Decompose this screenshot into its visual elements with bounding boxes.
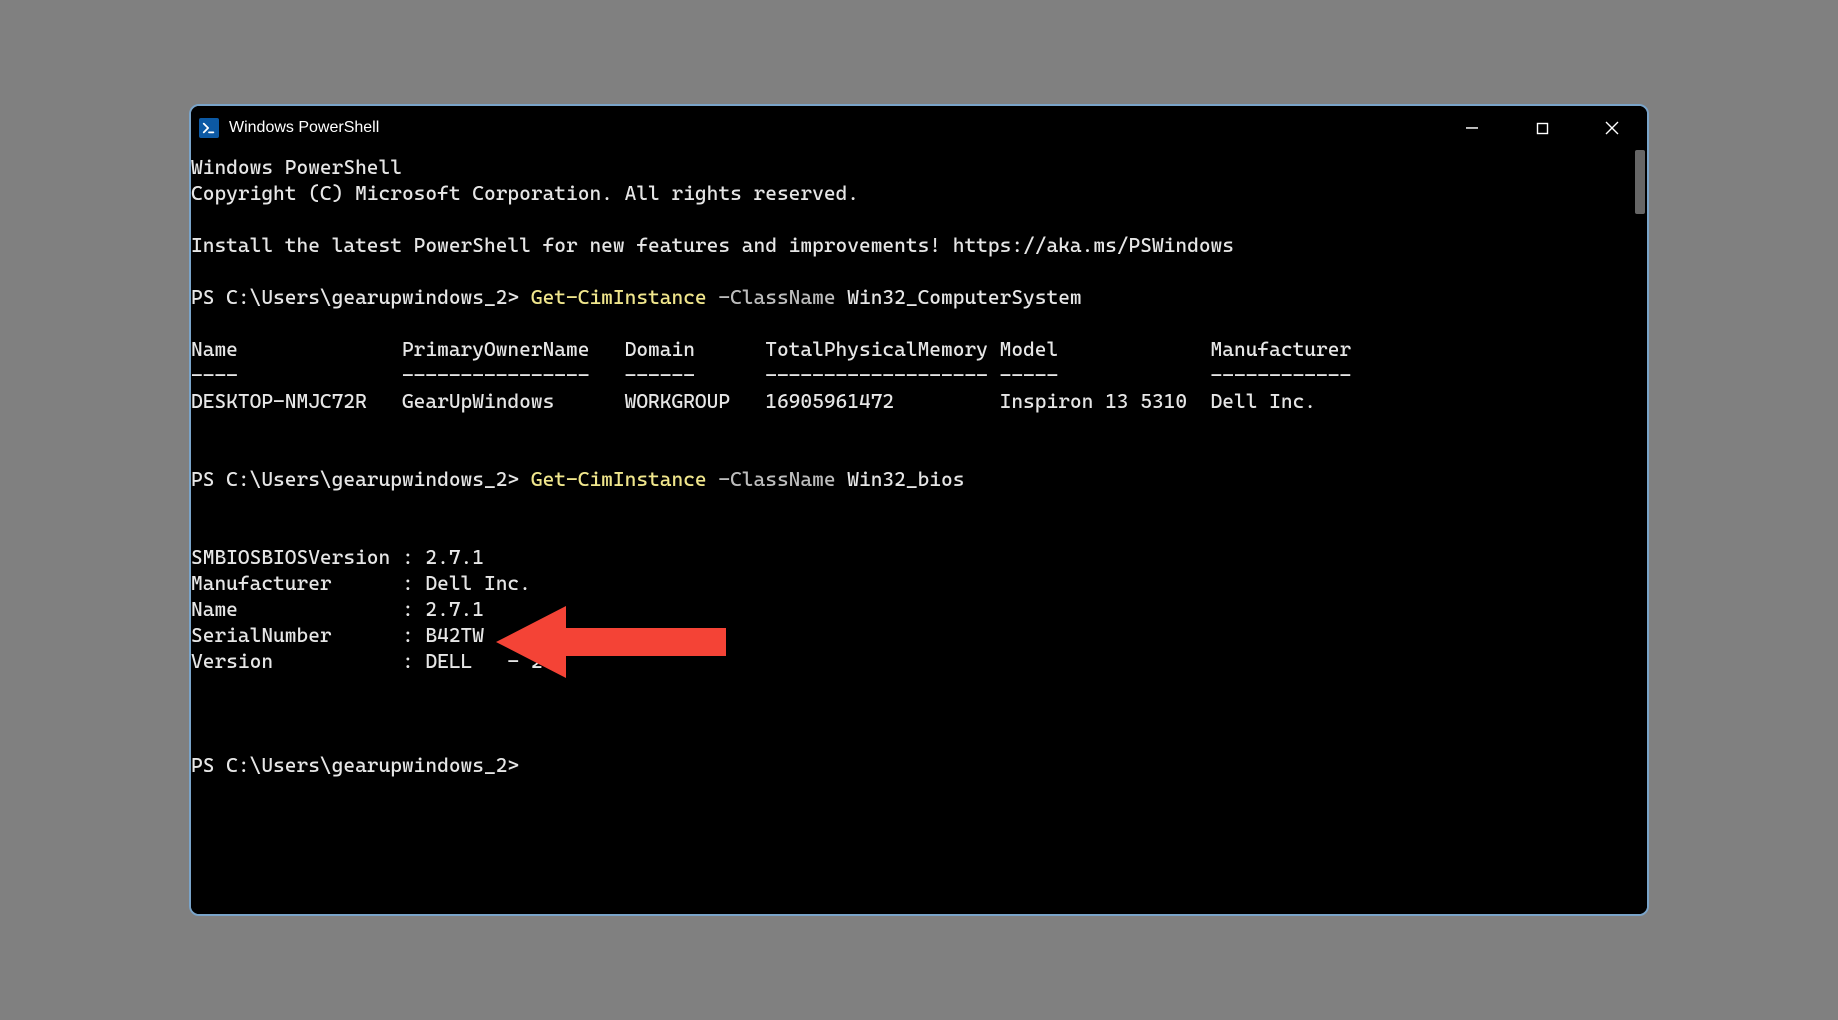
maximize-button[interactable] — [1507, 106, 1577, 150]
cmdlet: Get-CimInstance — [531, 285, 707, 309]
table-header: Name PrimaryOwnerName Domain TotalPhysic… — [191, 337, 1351, 361]
powershell-window: Windows PowerShell Windows PowerShell Co… — [189, 104, 1649, 916]
scrollbar-thumb[interactable] — [1635, 150, 1645, 214]
terminal-output[interactable]: Windows PowerShell Copyright (C) Microso… — [191, 150, 1633, 914]
prompt: PS C:\Users\gearupwindows_2> — [191, 467, 531, 491]
window-controls — [1437, 106, 1647, 150]
table-row: DESKTOP-NMJC72R GearUpWindows WORKGROUP … — [191, 389, 1316, 413]
bios-line-serial: SerialNumber : B42TW — [191, 623, 484, 647]
scrollbar[interactable] — [1633, 150, 1647, 914]
prompt: PS C:\Users\gearupwindows_2> — [191, 285, 531, 309]
banner-line: Windows PowerShell — [191, 155, 402, 179]
minimize-button[interactable] — [1437, 106, 1507, 150]
powershell-icon — [199, 118, 219, 138]
bios-line: SMBIOSBIOSVersion : 2.7.1 — [191, 545, 484, 569]
param: -ClassName — [707, 467, 836, 491]
arg: Win32_ComputerSystem — [836, 285, 1082, 309]
param: -ClassName — [707, 285, 836, 309]
titlebar[interactable]: Windows PowerShell — [191, 106, 1647, 150]
bios-line: Version : DELL - 2 — [191, 649, 543, 673]
cmdlet: Get-CimInstance — [531, 467, 707, 491]
window-title: Windows PowerShell — [229, 119, 1437, 137]
banner-line: Copyright (C) Microsoft Corporation. All… — [191, 181, 859, 205]
table-divider: ---- ---------------- ------ -----------… — [191, 363, 1351, 387]
bios-line: Name : 2.7.1 — [191, 597, 484, 621]
prompt: PS C:\Users\gearupwindows_2> — [191, 753, 519, 777]
arg: Win32_bios — [836, 467, 965, 491]
install-hint: Install the latest PowerShell for new fe… — [191, 233, 1234, 257]
bios-line: Manufacturer : Dell Inc. — [191, 571, 531, 595]
close-button[interactable] — [1577, 106, 1647, 150]
